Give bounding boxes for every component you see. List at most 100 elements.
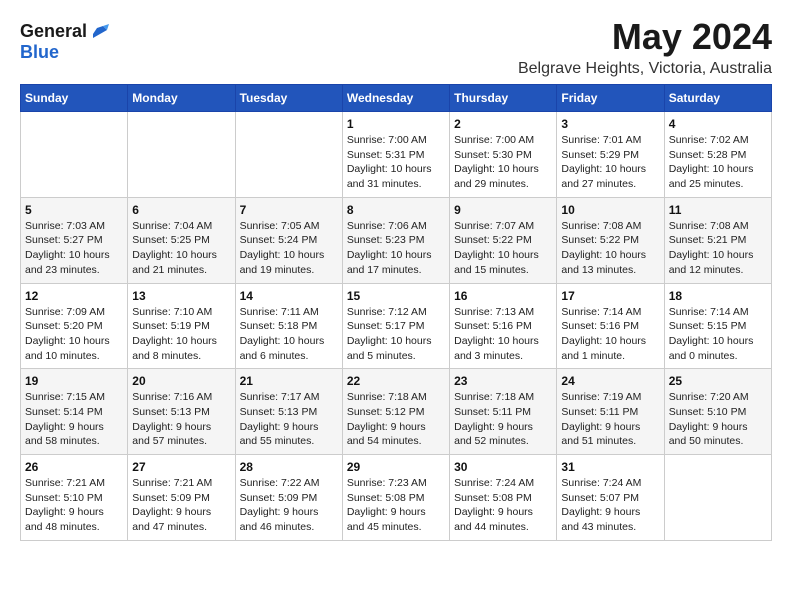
day-info: Sunrise: 7:24 AM Sunset: 5:07 PM Dayligh… — [561, 476, 659, 535]
day-info: Sunrise: 7:06 AM Sunset: 5:23 PM Dayligh… — [347, 219, 445, 278]
calendar-cell: 13Sunrise: 7:10 AM Sunset: 5:19 PM Dayli… — [128, 283, 235, 369]
day-info: Sunrise: 7:14 AM Sunset: 5:15 PM Dayligh… — [669, 305, 767, 364]
day-info: Sunrise: 7:16 AM Sunset: 5:13 PM Dayligh… — [132, 390, 230, 449]
calendar-cell: 5Sunrise: 7:03 AM Sunset: 5:27 PM Daylig… — [21, 197, 128, 283]
calendar-cell: 9 Sunrise: 7:07 AM Sunset: 5:22 PM Daylig… — [450, 197, 557, 283]
calendar-cell: 27 Sunrise: 7:21 AM Sunset: 5:09 PM Dayli… — [128, 455, 235, 541]
day-info: Sunrise: 7:21 AM Sunset: 5:10 PM Dayligh… — [25, 476, 123, 535]
calendar-cell: 28 Sunrise: 7:22 AM Sunset: 5:09 PM Dayli… — [235, 455, 342, 541]
day-number: 5 — [25, 203, 123, 217]
day-info: Sunrise: 7:19 AM Sunset: 5:11 PM Dayligh… — [561, 390, 659, 449]
day-info: Sunrise: 7:22 AM Sunset: 5:09 PM Dayligh… — [240, 476, 338, 535]
day-header-monday: Monday — [128, 85, 235, 112]
calendar-cell — [21, 112, 128, 198]
calendar-cell: 12Sunrise: 7:09 AM Sunset: 5:20 PM Dayli… — [21, 283, 128, 369]
day-number: 8 — [347, 203, 445, 217]
day-info: Sunrise: 7:00 AM Sunset: 5:31 PM Dayligh… — [347, 133, 445, 192]
calendar-cell: 29Sunrise: 7:23 AM Sunset: 5:08 PM Dayli… — [342, 455, 449, 541]
calendar-cell: 10 Sunrise: 7:08 AM Sunset: 5:22 PM Dayli… — [557, 197, 664, 283]
calendar-cell: 6 Sunrise: 7:04 AM Sunset: 5:25 PM Daylig… — [128, 197, 235, 283]
day-number: 7 — [240, 203, 338, 217]
calendar-cell: 18 Sunrise: 7:14 AM Sunset: 5:15 PM Dayli… — [664, 283, 771, 369]
day-number: 3 — [561, 117, 659, 131]
title-section: May 2024 Belgrave Heights, Victoria, Aus… — [518, 16, 772, 78]
day-info: Sunrise: 7:11 AM Sunset: 5:18 PM Dayligh… — [240, 305, 338, 364]
day-number: 30 — [454, 460, 552, 474]
day-info: Sunrise: 7:04 AM Sunset: 5:25 PM Dayligh… — [132, 219, 230, 278]
day-header-wednesday: Wednesday — [342, 85, 449, 112]
day-number: 23 — [454, 374, 552, 388]
calendar-cell: 8 Sunrise: 7:06 AM Sunset: 5:23 PM Daylig… — [342, 197, 449, 283]
day-info: Sunrise: 7:12 AM Sunset: 5:17 PM Dayligh… — [347, 305, 445, 364]
day-number: 20 — [132, 374, 230, 388]
day-info: Sunrise: 7:15 AM Sunset: 5:14 PM Dayligh… — [25, 390, 123, 449]
day-info: Sunrise: 7:08 AM Sunset: 5:21 PM Dayligh… — [669, 219, 767, 278]
calendar-cell: 23Sunrise: 7:18 AM Sunset: 5:11 PM Dayli… — [450, 369, 557, 455]
week-row-4: 19 Sunrise: 7:15 AM Sunset: 5:14 PM Dayli… — [21, 369, 772, 455]
calendar-cell — [664, 455, 771, 541]
day-number: 16 — [454, 289, 552, 303]
calendar-cell: 26 Sunrise: 7:21 AM Sunset: 5:10 PM Dayli… — [21, 455, 128, 541]
day-info: Sunrise: 7:24 AM Sunset: 5:08 PM Dayligh… — [454, 476, 552, 535]
day-info: Sunrise: 7:13 AM Sunset: 5:16 PM Dayligh… — [454, 305, 552, 364]
day-number: 15 — [347, 289, 445, 303]
subtitle: Belgrave Heights, Victoria, Australia — [518, 60, 772, 78]
day-info: Sunrise: 7:02 AM Sunset: 5:28 PM Dayligh… — [669, 133, 767, 192]
calendar-cell: 25 Sunrise: 7:20 AM Sunset: 5:10 PM Dayli… — [664, 369, 771, 455]
calendar-cell: 1 Sunrise: 7:00 AM Sunset: 5:31 PM Daylig… — [342, 112, 449, 198]
day-number: 25 — [669, 374, 767, 388]
week-row-5: 26 Sunrise: 7:21 AM Sunset: 5:10 PM Dayli… — [21, 455, 772, 541]
calendar-cell: 4 Sunrise: 7:02 AM Sunset: 5:28 PM Daylig… — [664, 112, 771, 198]
day-number: 28 — [240, 460, 338, 474]
day-header-saturday: Saturday — [664, 85, 771, 112]
day-number: 11 — [669, 203, 767, 217]
day-number: 24 — [561, 374, 659, 388]
day-number: 4 — [669, 117, 767, 131]
logo-general: General — [20, 21, 87, 42]
week-row-3: 12Sunrise: 7:09 AM Sunset: 5:20 PM Dayli… — [21, 283, 772, 369]
day-info: Sunrise: 7:21 AM Sunset: 5:09 PM Dayligh… — [132, 476, 230, 535]
day-number: 19 — [25, 374, 123, 388]
day-number: 31 — [561, 460, 659, 474]
calendar-cell: 16 Sunrise: 7:13 AM Sunset: 5:16 PM Dayli… — [450, 283, 557, 369]
calendar-table: SundayMondayTuesdayWednesdayThursdayFrid… — [20, 84, 772, 541]
day-number: 18 — [669, 289, 767, 303]
calendar-cell: 14 Sunrise: 7:11 AM Sunset: 5:18 PM Dayli… — [235, 283, 342, 369]
main-title: May 2024 — [518, 16, 772, 58]
calendar-cell: 2 Sunrise: 7:00 AM Sunset: 5:30 PM Daylig… — [450, 112, 557, 198]
page-header: General Blue May 2024 Belgrave Heights, … — [20, 16, 772, 78]
day-info: Sunrise: 7:17 AM Sunset: 5:13 PM Dayligh… — [240, 390, 338, 449]
day-number: 27 — [132, 460, 230, 474]
week-row-1: 1 Sunrise: 7:00 AM Sunset: 5:31 PM Daylig… — [21, 112, 772, 198]
day-info: Sunrise: 7:07 AM Sunset: 5:22 PM Dayligh… — [454, 219, 552, 278]
calendar-cell: 17Sunrise: 7:14 AM Sunset: 5:16 PM Dayli… — [557, 283, 664, 369]
day-number: 26 — [25, 460, 123, 474]
day-header-sunday: Sunday — [21, 85, 128, 112]
calendar-cell: 30 Sunrise: 7:24 AM Sunset: 5:08 PM Dayli… — [450, 455, 557, 541]
day-info: Sunrise: 7:20 AM Sunset: 5:10 PM Dayligh… — [669, 390, 767, 449]
calendar-cell: 7Sunrise: 7:05 AM Sunset: 5:24 PM Daylig… — [235, 197, 342, 283]
day-info: Sunrise: 7:00 AM Sunset: 5:30 PM Dayligh… — [454, 133, 552, 192]
day-header-tuesday: Tuesday — [235, 85, 342, 112]
day-header-thursday: Thursday — [450, 85, 557, 112]
day-number: 14 — [240, 289, 338, 303]
logo-blue: Blue — [20, 42, 59, 63]
day-number: 6 — [132, 203, 230, 217]
day-number: 1 — [347, 117, 445, 131]
calendar-cell — [128, 112, 235, 198]
calendar-cell: 3Sunrise: 7:01 AM Sunset: 5:29 PM Daylig… — [557, 112, 664, 198]
week-row-2: 5Sunrise: 7:03 AM Sunset: 5:27 PM Daylig… — [21, 197, 772, 283]
day-number: 17 — [561, 289, 659, 303]
day-number: 2 — [454, 117, 552, 131]
day-number: 9 — [454, 203, 552, 217]
day-info: Sunrise: 7:08 AM Sunset: 5:22 PM Dayligh… — [561, 219, 659, 278]
logo: General Blue — [20, 20, 111, 63]
calendar-cell — [235, 112, 342, 198]
day-info: Sunrise: 7:10 AM Sunset: 5:19 PM Dayligh… — [132, 305, 230, 364]
day-number: 12 — [25, 289, 123, 303]
calendar-cell: 24 Sunrise: 7:19 AM Sunset: 5:11 PM Dayli… — [557, 369, 664, 455]
day-info: Sunrise: 7:18 AM Sunset: 5:12 PM Dayligh… — [347, 390, 445, 449]
day-number: 29 — [347, 460, 445, 474]
day-number: 10 — [561, 203, 659, 217]
calendar-cell: 31 Sunrise: 7:24 AM Sunset: 5:07 PM Dayli… — [557, 455, 664, 541]
